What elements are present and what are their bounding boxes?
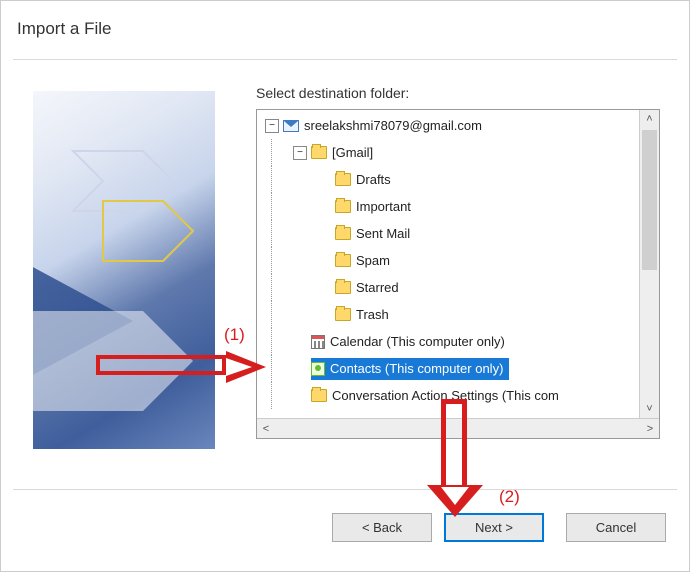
tree-node-label: Sent Mail: [356, 226, 410, 241]
tree-node-calendar[interactable]: Calendar (This computer only): [261, 328, 639, 355]
tree-node-account[interactable]: − sreelakshmi78079@gmail.com: [261, 112, 639, 139]
tree-node-trash[interactable]: Trash: [261, 301, 639, 328]
annotation-arrow-1-head: [226, 351, 266, 383]
scrollbar-thumb[interactable]: [642, 130, 657, 270]
scroll-down-icon[interactable]: ˅: [641, 400, 659, 418]
folder-icon: [311, 389, 327, 402]
folder-tree-viewport: − sreelakshmi78079@gmail.com − [Gmail] D…: [261, 112, 639, 418]
tree-node-label: Starred: [356, 280, 399, 295]
back-button[interactable]: < Back: [332, 513, 432, 542]
tree-node-label: Drafts: [356, 172, 391, 187]
folder-icon: [335, 281, 351, 294]
annotation-arrow-2-stem: [441, 399, 467, 487]
tree-node-label: Spam: [356, 253, 390, 268]
tree-node-label-selected: Contacts (This computer only): [330, 361, 503, 376]
tree-node-drafts[interactable]: Drafts: [261, 166, 639, 193]
collapse-icon[interactable]: −: [293, 146, 307, 160]
tree-node-label: sreelakshmi78079@gmail.com: [304, 118, 482, 133]
tree-node-label: Trash: [356, 307, 389, 322]
contacts-icon: [311, 362, 325, 376]
tree-node-label: Important: [356, 199, 411, 214]
tree-node-important[interactable]: Important: [261, 193, 639, 220]
annotation-label-1: (1): [224, 325, 245, 345]
collapse-icon[interactable]: −: [265, 119, 279, 133]
scroll-right-icon[interactable]: >: [641, 420, 659, 438]
folder-icon: [311, 146, 327, 159]
folder-icon: [335, 254, 351, 267]
folder-icon: [335, 200, 351, 213]
tree-node-contacts[interactable]: Contacts (This computer only): [261, 355, 639, 382]
cancel-button[interactable]: Cancel: [566, 513, 666, 542]
tree-node-sent[interactable]: Sent Mail: [261, 220, 639, 247]
vertical-scrollbar[interactable]: ˄ ˅: [639, 110, 659, 418]
tree-node-gmail[interactable]: − [Gmail]: [261, 139, 639, 166]
annotation-arrow-1-stem: [96, 355, 226, 375]
annotation-label-2: (2): [499, 487, 520, 507]
folder-icon: [335, 308, 351, 321]
divider-top: [13, 59, 677, 60]
mailbox-icon: [283, 120, 299, 132]
calendar-icon: [311, 335, 325, 349]
tree-node-label: [Gmail]: [332, 145, 373, 160]
tree-node-spam[interactable]: Spam: [261, 247, 639, 274]
scroll-up-icon[interactable]: ˄: [641, 110, 659, 128]
folder-icon: [335, 227, 351, 240]
select-destination-label: Select destination folder:: [256, 85, 409, 101]
divider-bottom: [13, 489, 677, 490]
scroll-left-icon[interactable]: <: [257, 420, 275, 438]
wizard-decorative-image: [33, 91, 215, 449]
folder-tree[interactable]: − sreelakshmi78079@gmail.com − [Gmail] D…: [256, 109, 660, 439]
tree-node-label: Calendar (This computer only): [330, 334, 505, 349]
next-button[interactable]: Next >: [444, 513, 544, 542]
annotation-arrow-2-head: [427, 485, 483, 517]
dialog-title: Import a File: [17, 19, 111, 39]
folder-icon: [335, 173, 351, 186]
tree-node-starred[interactable]: Starred: [261, 274, 639, 301]
